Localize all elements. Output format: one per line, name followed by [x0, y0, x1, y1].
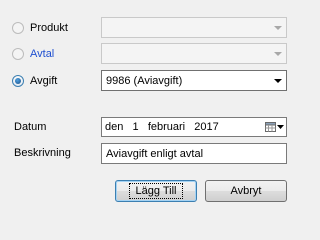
chevron-down-icon[interactable] — [269, 44, 286, 63]
chevron-down-icon[interactable] — [269, 71, 286, 90]
add-button[interactable]: Lägg Till — [115, 180, 197, 202]
date-weekday[interactable]: den — [105, 121, 123, 133]
chevron-down-icon — [276, 125, 284, 129]
radio-avgift-circle[interactable] — [12, 75, 24, 87]
radio-avtal-circle[interactable] — [12, 48, 24, 60]
option-row-produkt: Produkt — [0, 17, 301, 39]
chevron-down-icon[interactable] — [269, 18, 286, 37]
cancel-button[interactable]: Avbryt — [205, 180, 287, 202]
date-year[interactable]: 2017 — [194, 121, 218, 133]
add-button-label: Lägg Till — [128, 183, 184, 199]
avgift-combobox-value: 9986 (Aviavgift) — [106, 74, 183, 87]
date-day[interactable]: 1 — [133, 121, 139, 133]
radio-avtal[interactable]: Avtal — [12, 43, 54, 65]
calendar-dropdown-button[interactable] — [262, 118, 286, 136]
radio-produkt-circle[interactable] — [12, 22, 24, 34]
option-row-avgift: Avgift 9986 (Aviavgift) — [0, 70, 301, 92]
date-label: Datum — [14, 121, 47, 133]
radio-avtal-label: Avtal — [30, 48, 55, 60]
radio-produkt[interactable]: Produkt — [12, 17, 68, 39]
avgift-combobox[interactable]: 9986 (Aviavgift) — [101, 70, 287, 91]
avtal-combobox[interactable] — [101, 43, 287, 64]
option-row-avtal: Avtal — [0, 43, 301, 65]
radio-avgift[interactable]: Avgift — [12, 70, 57, 92]
date-month[interactable]: februari — [148, 121, 185, 133]
produkt-combobox[interactable] — [101, 17, 287, 38]
calendar-icon — [264, 122, 276, 132]
date-value[interactable]: den 1 februari 2017 — [102, 121, 262, 133]
date-picker[interactable]: den 1 februari 2017 — [101, 117, 287, 137]
radio-avgift-label: Avgift — [30, 75, 58, 87]
radio-produkt-label: Produkt — [30, 22, 68, 34]
description-input[interactable]: Aviavgift enligt avtal — [101, 143, 287, 164]
description-label: Beskrivning — [14, 147, 71, 159]
